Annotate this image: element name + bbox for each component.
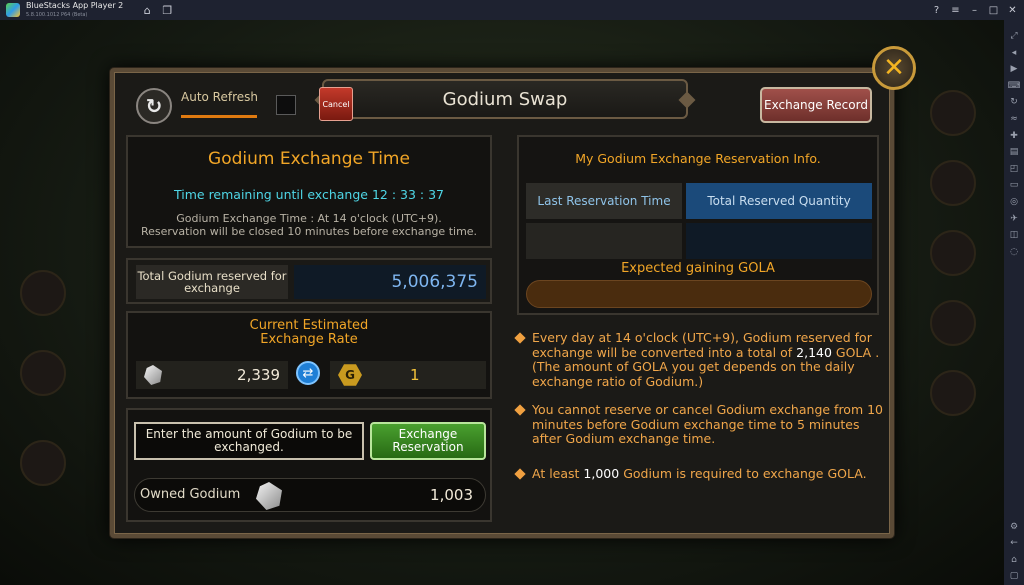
window-title: BlueStacks App Player 2 [26,0,124,10]
reservation-info-heading: My Godium Exchange Reservation Info. [575,151,821,166]
godium-rate-value: 2,339 [237,366,280,384]
hero-portrait [930,300,976,346]
window-titlebar: BlueStacks App Player 2 5.8.100.1012 P64… [0,0,1024,20]
eco-icon[interactable]: ◌ [1010,244,1018,261]
dialog-title: Godium Swap [442,88,568,110]
emulator-sidebar: ⤢ ◂ ▶ ⌨ ↻ ≈ ✚ ▤ ◰ ▭ ◎ ✈ ◫ ◌ ⚙ ← ⌂ ▢ [1004,20,1024,585]
hero-portrait [20,270,66,316]
close-dialog-button[interactable]: ✕ [872,46,916,90]
total-reserved-quantity-cell [686,223,872,259]
menu-icon[interactable]: ≡ [948,5,963,16]
auto-refresh-checkbox[interactable] [276,95,296,115]
cancel-reservation-button[interactable]: Cancel [319,87,353,121]
shake-icon[interactable]: ≈ [1010,111,1018,128]
note-minimum-godium: 1,000 [583,465,620,481]
godium-amount-input[interactable]: Enter the amount of Godium to be exchang… [134,422,364,460]
gola-coin-icon: G [338,364,362,386]
exchange-time-note: Godium Exchange Time : At 14 o'clock (UT… [128,212,490,238]
expected-gola-label: Expected gaining GOLA [621,261,775,276]
exchange-time-note-line1: Godium Exchange Time : At 14 o'clock (UT… [176,212,442,225]
owned-godium-label: Owned Godium [140,487,241,502]
godium-gem-icon [256,482,282,510]
auto-refresh-label: Auto Refresh [181,90,258,104]
hero-portrait [930,370,976,416]
settings-icon[interactable]: ⚙ [1010,519,1018,536]
exchange-time-note-line2: Reservation will be closed 10 minutes be… [140,225,478,238]
hero-portrait [930,230,976,276]
layers-icon[interactable]: ◫ [1010,227,1019,244]
window-controls: ? ≡ – □ ✕ [929,0,1020,20]
refresh-icon: ↻ [145,94,163,118]
exchange-reservation-button[interactable]: Exchange Reservation [370,422,486,460]
hero-portrait [20,440,66,486]
last-reservation-time-header: Last Reservation Time [526,183,682,219]
note-text: You cannot reserve or cancel Godium exch… [532,402,884,446]
exchange-time-panel: Godium Exchange Time Time remaining unti… [126,135,492,248]
godium-gem-icon [144,365,162,385]
owned-godium-box: Owned Godium 1,003 [134,478,486,512]
airplane-icon[interactable]: ✈ [1010,211,1018,228]
bluestacks-logo-icon [6,3,20,17]
fullscreen-icon[interactable]: ⤢ [1010,28,1017,45]
total-reserved-value: 5,006,375 [294,265,486,299]
hero-portrait [930,90,976,136]
gola-rate-value: 1 [410,366,420,384]
screenshot-icon[interactable]: ◰ [1010,161,1019,178]
recents-icon[interactable]: ▢ [1010,568,1019,585]
total-reserved-quantity-header: Total Reserved Quantity [686,183,872,219]
auto-refresh-bar [181,115,257,118]
maximize-icon[interactable]: □ [986,5,1001,16]
total-reserved-label: Total Godium reserved for exchange [136,265,288,299]
gola-rate-box: G 1 [330,361,486,389]
exchange-rate-heading-line1: Current Estimated [249,318,369,333]
note-text: At least [532,465,584,481]
rotate-icon[interactable]: ↻ [1010,94,1018,111]
volume-icon[interactable]: ◂ [1012,45,1017,62]
minimize-icon[interactable]: – [967,5,982,16]
owned-godium-value: 1,003 [430,486,473,504]
refresh-button[interactable]: ↻ [136,88,172,124]
window-title-block: BlueStacks App Player 2 5.8.100.1012 P64… [26,0,124,19]
exchange-record-button[interactable]: Exchange Record [760,87,872,123]
location-icon[interactable]: ◎ [1010,194,1018,211]
close-window-icon[interactable]: ✕ [1005,5,1020,16]
last-reservation-time-cell [526,223,682,259]
note-item: Every day at 14 o'clock (UTC+9), Godium … [514,330,886,389]
reservation-info-panel: My Godium Exchange Reservation Info. Las… [517,135,879,315]
exchange-rate-heading: Current Estimated Exchange Rate [128,319,490,347]
note-item: You cannot reserve or cancel Godium exch… [514,402,886,447]
exchange-countdown: Time remaining until exchange 12 : 33 : … [174,187,444,202]
swap-arrows-icon: ⇄ [296,361,320,385]
expected-gola-bar [526,280,872,308]
dialog-title-plate: Godium Swap [322,79,688,119]
home-icon[interactable]: ⌂ [137,4,157,17]
keyboard-icon[interactable]: ⌨ [1008,78,1021,95]
hero-portrait [930,160,976,206]
note-item: At least 1,000 Godium is required to exc… [514,465,886,482]
godium-rate-box: 2,339 [136,361,288,389]
back-icon[interactable]: ← [1010,535,1018,552]
folder-icon[interactable]: ▭ [1010,177,1019,194]
help-icon[interactable]: ? [929,5,944,16]
video-icon[interactable]: ▶ [1011,61,1018,78]
exchange-time-heading: Godium Exchange Time [208,149,410,169]
home-nav-icon[interactable]: ⌂ [1011,552,1017,569]
exchange-input-panel: Enter the amount of Godium to be exchang… [126,408,492,522]
exchange-notes: Every day at 14 o'clock (UTC+9), Godium … [514,330,886,495]
note-gola-total: 2,140 [796,344,832,360]
exchange-rate-heading-line2: Exchange Rate [260,332,358,347]
close-icon: ✕ [883,53,905,83]
macro-icon[interactable]: ▤ [1010,144,1019,161]
window-version: 5.8.100.1012 P64 (Beta) [26,11,88,18]
total-reserved-panel: Total Godium reserved for exchange 5,006… [126,258,492,304]
gamepad-icon[interactable]: ✚ [1010,128,1018,145]
exchange-rate-panel: Current Estimated Exchange Rate 2,339 G … [126,311,492,399]
note-text: Godium is required to exchange GOLA. [619,465,867,481]
hero-portrait [20,350,66,396]
multi-instance-icon[interactable]: ❐ [157,4,177,17]
